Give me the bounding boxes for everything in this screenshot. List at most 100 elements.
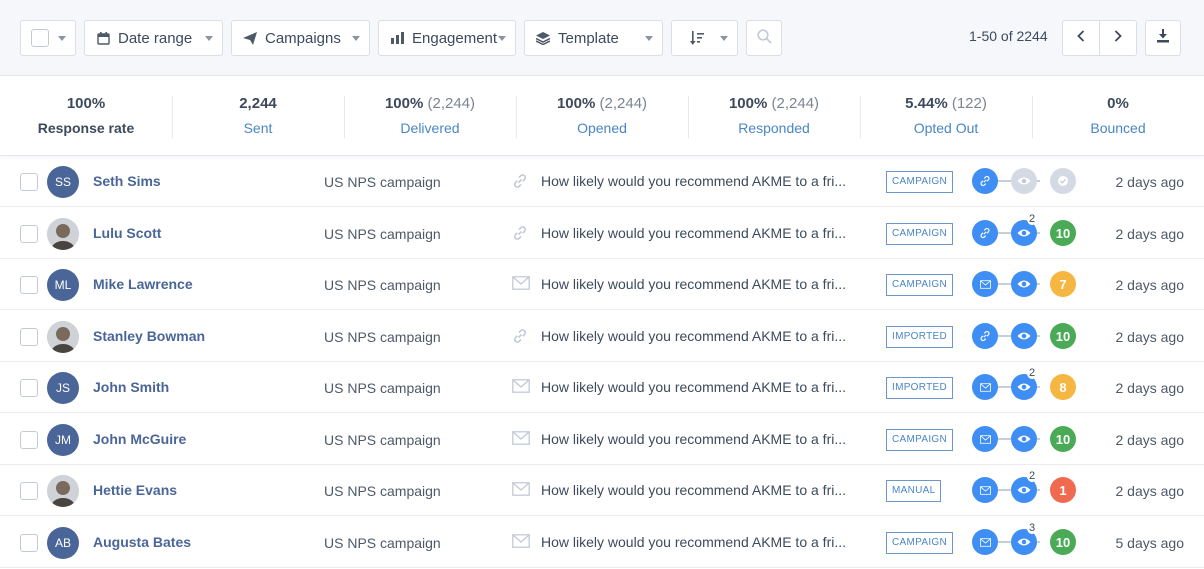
contact-name[interactable]: Augusta Bates xyxy=(93,534,191,550)
nps-score[interactable]: 8 xyxy=(1050,374,1076,400)
search-button[interactable] xyxy=(746,20,782,56)
eye-icon[interactable] xyxy=(1011,323,1037,349)
row-checkbox[interactable] xyxy=(20,173,38,191)
avatar xyxy=(47,475,79,507)
stat-opened[interactable]: 100% (2,244) Opened xyxy=(516,76,688,156)
pending-score-icon[interactable] xyxy=(1050,168,1076,194)
nps-score[interactable]: 7 xyxy=(1050,271,1076,297)
nps-score[interactable]: 1 xyxy=(1050,477,1076,503)
pagination-label: 1-50 of 2244 xyxy=(969,28,1048,44)
table-row[interactable]: AB Augusta Bates US NPS campaign How likely… xyxy=(0,517,1204,568)
row-checkbox[interactable] xyxy=(20,482,38,500)
contact-name[interactable]: Hettie Evans xyxy=(93,482,177,498)
nps-score[interactable]: 10 xyxy=(1050,426,1076,452)
nps-score[interactable]: 10 xyxy=(1050,529,1076,555)
survey-question[interactable]: How likely would you recommend AKME to a… xyxy=(541,482,859,498)
row-checkbox[interactable] xyxy=(20,379,38,397)
stat-bounced[interactable]: 0% Bounced xyxy=(1032,76,1204,156)
contact-name[interactable]: John Smith xyxy=(93,379,169,395)
link-sent-icon[interactable] xyxy=(972,323,998,349)
select-all-dropdown[interactable] xyxy=(20,20,76,56)
sort-icon xyxy=(690,31,704,45)
row-checkbox[interactable] xyxy=(20,328,38,346)
stat-value: 100% xyxy=(384,95,424,112)
sort-dropdown[interactable] xyxy=(671,20,738,56)
table-row[interactable]: JM John McGuire US NPS campaign How likely … xyxy=(0,414,1204,465)
contact-name[interactable]: Mike Lawrence xyxy=(93,276,193,292)
stat-delivered[interactable]: 100% (2,244) Delivered xyxy=(344,76,516,156)
avatar: AB xyxy=(47,527,79,559)
engagement-track: 10 xyxy=(972,426,1082,452)
avatar-initials: SS xyxy=(54,175,71,189)
row-checkbox[interactable] xyxy=(20,276,38,294)
template-filter[interactable]: Template xyxy=(524,20,663,56)
eye-icon[interactable] xyxy=(1011,168,1037,194)
email-sent-icon[interactable] xyxy=(972,271,998,297)
stat-label: Response rate xyxy=(37,120,135,136)
survey-question[interactable]: How likely would you recommend AKME to a… xyxy=(541,534,859,550)
stat-label: Bounced xyxy=(1090,120,1146,136)
survey-question[interactable]: How likely would you recommend AKME to a… xyxy=(541,225,859,241)
table-row[interactable]: Stanley Bowman US NPS campaign How likely … xyxy=(0,311,1204,362)
row-checkbox[interactable] xyxy=(20,431,38,449)
bar-chart-icon xyxy=(390,31,404,45)
email-sent-icon[interactable] xyxy=(972,477,998,503)
table-row[interactable]: ML Mike Lawrence US NPS campaign How likely… xyxy=(0,259,1204,310)
calendar-icon xyxy=(96,31,110,45)
filter-toolbar: Date range Campaigns Engagement Template xyxy=(0,0,1204,76)
campaign-name: US NPS campaign xyxy=(324,483,441,499)
timestamp: 2 days ago xyxy=(1115,174,1185,190)
email-sent-icon[interactable] xyxy=(972,426,998,452)
stat-response-rate[interactable]: 100% Response rate xyxy=(0,76,172,156)
contact-name[interactable]: John McGuire xyxy=(93,431,186,447)
email-sent-icon[interactable] xyxy=(972,529,998,555)
eye-icon[interactable] xyxy=(1011,271,1037,297)
mail-icon xyxy=(512,379,530,395)
date-range-filter[interactable]: Date range xyxy=(84,20,223,56)
survey-question[interactable]: How likely would you recommend AKME to a… xyxy=(541,276,859,292)
mail-icon xyxy=(512,431,530,447)
stat-sent[interactable]: 2,244 Sent xyxy=(172,76,344,156)
email-sent-icon[interactable] xyxy=(972,374,998,400)
avatar-initials: JM xyxy=(55,433,71,447)
campaigns-filter[interactable]: Campaigns xyxy=(231,20,370,56)
stat-opted-out[interactable]: 5.44% (122) Opted Out xyxy=(860,76,1032,156)
nps-score[interactable]: 10 xyxy=(1050,323,1076,349)
prev-page-button[interactable] xyxy=(1062,20,1100,56)
stat-responded[interactable]: 100% (2,244) Responded xyxy=(688,76,860,156)
eye-icon[interactable] xyxy=(1011,426,1037,452)
table-row[interactable]: SS Seth Sims US NPS campaign How likely wou… xyxy=(0,156,1204,207)
survey-question[interactable]: How likely would you recommend AKME to a… xyxy=(541,328,859,344)
chevron-down-icon xyxy=(58,36,66,41)
timestamp: 2 days ago xyxy=(1115,277,1185,293)
nps-score[interactable]: 10 xyxy=(1050,220,1076,246)
link-sent-icon[interactable] xyxy=(972,168,998,194)
contact-name[interactable]: Stanley Bowman xyxy=(93,328,205,344)
row-checkbox[interactable] xyxy=(20,225,38,243)
table-row[interactable]: Lulu Scott US NPS campaign How likely woul… xyxy=(0,208,1204,259)
stat-count: (122) xyxy=(951,95,987,112)
stat-count: (2,244) xyxy=(427,95,476,112)
contact-name[interactable]: Lulu Scott xyxy=(93,225,161,241)
survey-question[interactable]: How likely would you recommend AKME to a… xyxy=(541,379,859,395)
survey-question[interactable]: How likely would you recommend AKME to a… xyxy=(541,173,859,189)
table-row[interactable]: JS John Smith US NPS campaign How likely wo… xyxy=(0,362,1204,413)
survey-question[interactable]: How likely would you recommend AKME to a… xyxy=(541,431,859,447)
mail-icon xyxy=(512,482,530,498)
campaign-name: US NPS campaign xyxy=(324,277,441,293)
mail-icon xyxy=(512,276,530,292)
table-row[interactable]: Hettie Evans US NPS campaign How likely wo… xyxy=(0,465,1204,516)
timestamp: 2 days ago xyxy=(1115,380,1185,396)
link-sent-icon[interactable] xyxy=(972,220,998,246)
stat-value: 5.44% xyxy=(905,95,948,112)
contact-name[interactable]: Seth Sims xyxy=(93,173,161,189)
row-checkbox[interactable] xyxy=(20,534,38,552)
download-button[interactable] xyxy=(1145,20,1181,56)
timestamp: 2 days ago xyxy=(1115,432,1185,448)
select-all-checkbox[interactable] xyxy=(31,29,49,47)
source-badge: IMPORTED xyxy=(886,377,953,399)
avatar: SS xyxy=(47,166,79,198)
stat-count: (2,244) xyxy=(771,95,820,112)
engagement-filter[interactable]: Engagement xyxy=(378,20,516,56)
next-page-button[interactable] xyxy=(1099,20,1137,56)
